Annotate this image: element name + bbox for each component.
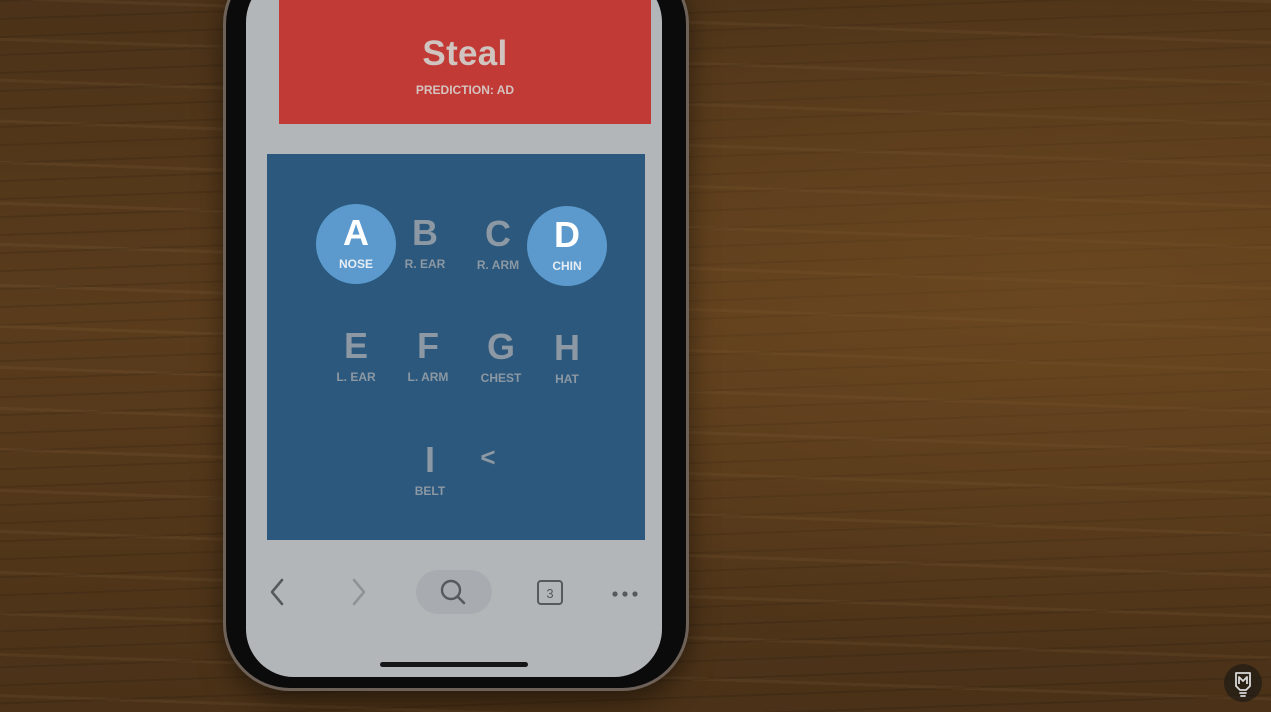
key-label: L. ARM (407, 370, 449, 384)
chevron-left-icon (270, 578, 284, 606)
tabs-count: 3 (546, 586, 553, 601)
backspace-button[interactable]: < (477, 444, 499, 470)
more-button[interactable] (608, 570, 642, 614)
key-label: HAT (555, 372, 579, 386)
result-card: Steal PREDICTION: AD (279, 0, 651, 124)
more-dots-icon (612, 591, 638, 597)
lightbulb-logo-icon (1235, 672, 1251, 697)
prediction-text: PREDICTION: AD (415, 83, 515, 97)
key-f-left-arm[interactable]: F L. ARM (388, 317, 468, 397)
key-label: BELT (414, 484, 446, 498)
key-d-chin[interactable]: D CHIN (527, 206, 607, 286)
key-letter: E (343, 325, 368, 366)
key-h-hat[interactable]: H HAT (527, 319, 607, 399)
key-i-belt[interactable]: I BELT (390, 431, 470, 511)
phone-screen: Steal PREDICTION: AD A NOSE B R. EAR C R… (246, 0, 662, 677)
key-label: NOSE (338, 257, 373, 271)
key-label: R. EAR (404, 257, 446, 271)
channel-logo-watermark (1224, 664, 1262, 702)
tabs-button[interactable]: 3 (536, 570, 564, 614)
search-icon (440, 579, 466, 605)
chevron-right-icon (352, 578, 366, 606)
back-button[interactable] (264, 570, 292, 614)
search-button[interactable] (416, 570, 492, 614)
key-label: L. EAR (336, 370, 376, 384)
key-e-left-ear[interactable]: E L. EAR (316, 317, 396, 397)
key-letter: D (554, 214, 580, 255)
tabs-icon: 3 (537, 580, 563, 605)
key-b-right-ear[interactable]: B R. EAR (385, 204, 465, 284)
home-indicator (380, 662, 528, 667)
key-label: CHIN (552, 259, 582, 273)
body-part-keypad: A NOSE B R. EAR C R. ARM D CHIN E L. EAR… (267, 154, 645, 540)
key-letter: A (343, 212, 369, 253)
key-letter: C (485, 213, 511, 254)
key-letter: H (554, 327, 580, 368)
key-c-right-arm[interactable]: C R. ARM (458, 205, 538, 285)
forward-button[interactable] (344, 570, 372, 614)
key-a-nose[interactable]: A NOSE (316, 204, 396, 284)
result-title: Steal (422, 34, 508, 73)
key-letter: F (417, 325, 439, 366)
key-letter: B (412, 212, 438, 253)
key-letter: I (424, 439, 435, 480)
browser-toolbar: 3 (246, 570, 662, 620)
key-label: R. ARM (476, 258, 520, 272)
phone-device: Steal PREDICTION: AD A NOSE B R. EAR C R… (226, 0, 686, 688)
